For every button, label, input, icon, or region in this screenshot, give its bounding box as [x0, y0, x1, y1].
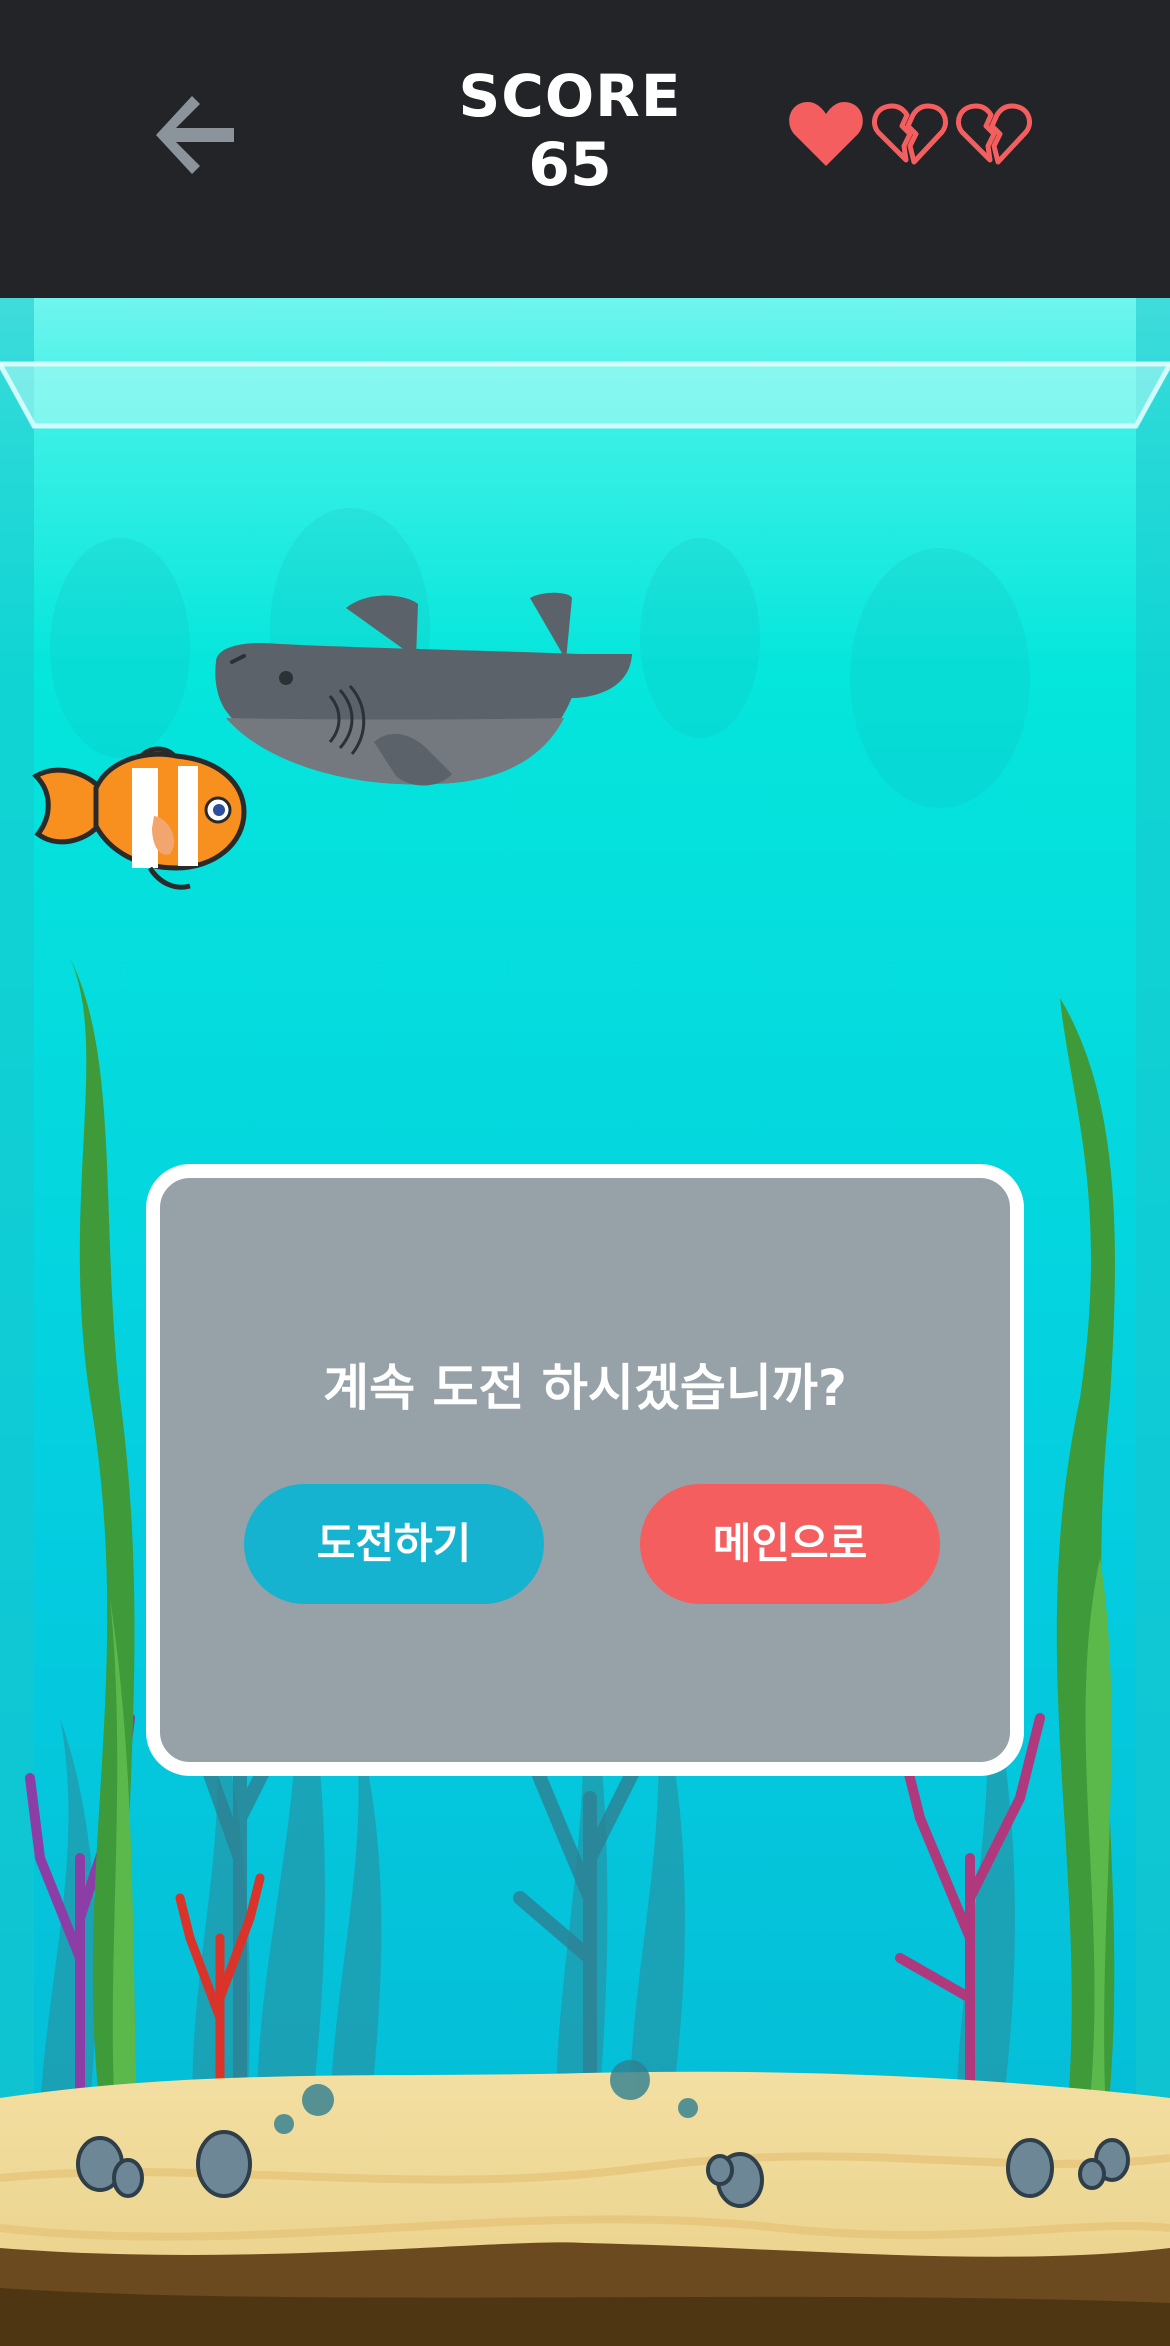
heart-broken-icon	[872, 103, 948, 165]
heart-full-icon	[789, 102, 863, 166]
dialog-title: 계속 도전 하시겠습니까?	[323, 1359, 847, 1417]
tank-left-wall	[0, 298, 34, 2118]
back-arrow-icon[interactable]	[150, 90, 240, 180]
continue-dialog: 계속 도전 하시겠습니까? 도전하기 메인으로	[146, 1164, 1024, 1776]
score-label: SCORE	[458, 62, 682, 130]
lives-indicator	[788, 98, 1038, 178]
retry-button[interactable]: 도전하기	[244, 1484, 544, 1604]
tank-water-surface	[0, 362, 1170, 428]
score-value: 65	[528, 130, 612, 200]
main-menu-button[interactable]: 메인으로	[640, 1484, 940, 1604]
top-bar: SCORE 65	[0, 0, 1170, 298]
tank-right-wall	[1136, 298, 1170, 2118]
aquarium-scene: 계속 도전 하시겠습니까? 도전하기 메인으로	[0, 298, 1170, 2346]
heart-broken-icon	[956, 103, 1032, 165]
score-display: SCORE 65	[420, 62, 720, 200]
